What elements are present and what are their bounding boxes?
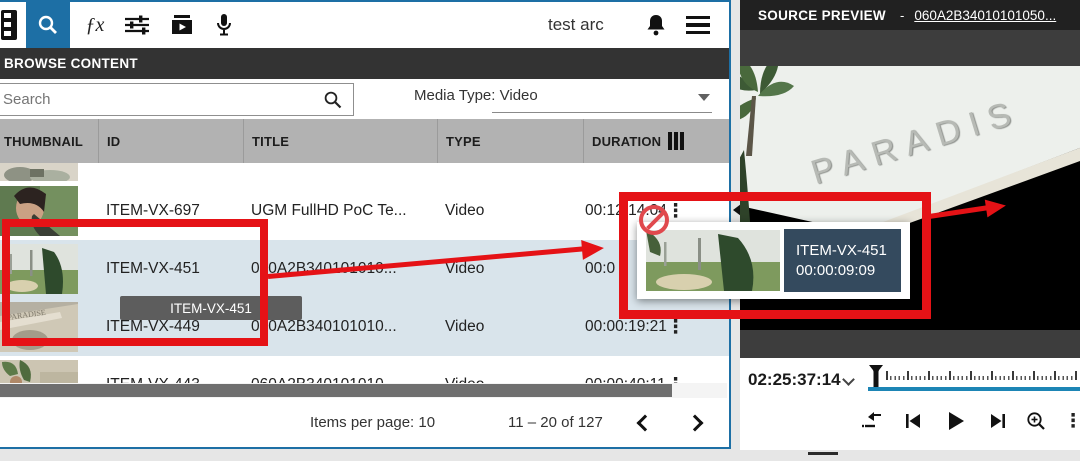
notifications-bell-icon[interactable] [642,2,670,48]
main-toolbar: ƒx [0,2,729,48]
pagination-range: 11 – 20 of 127 [508,414,603,431]
search-field-container [0,83,354,116]
annotation-arrow2-head [985,197,1007,218]
chevron-down-icon[interactable] [698,94,710,101]
timecode-display[interactable]: 02:25:37:14 [748,370,841,390]
film-strip-icon-glyph [1,10,17,40]
item-title: UGM FullHD PoC Te... [251,182,433,240]
playhead-marker[interactable] [868,364,884,389]
effects-fx-icon[interactable]: ƒx [82,2,108,48]
previous-frame-icon[interactable] [898,406,928,436]
item-title: 060A2B340101010... [251,356,433,383]
transport-controls: ⋮ [740,406,1080,442]
media-type-filter[interactable]: Media Type: Video [414,87,538,104]
preview-lower-strip [740,330,1080,358]
source-preview-header: SOURCE PREVIEW - 060A2B34010101050... [740,0,1080,30]
column-header-type[interactable]: TYPE [437,119,583,163]
search-input[interactable] [0,91,323,108]
jump-back-icon[interactable] [858,406,888,436]
splitter-handle[interactable] [808,452,838,455]
hamburger-menu-icon[interactable] [684,2,712,48]
annotation-rectangle-source [2,219,268,346]
column-header-duration[interactable]: DURATION [583,119,665,163]
more-options-icon[interactable]: ⋮ [1058,406,1080,436]
previous-page-button[interactable] [634,412,656,434]
filter-row: Media Type: Video [0,79,729,119]
horizontal-scrollbar-track[interactable] [0,383,727,398]
column-header-thumbnail[interactable]: THUMBNAIL [0,119,98,163]
timeline-progress-bar[interactable] [868,387,1080,391]
next-page-button[interactable] [684,412,706,434]
video-library-icon[interactable] [168,2,196,48]
media-type-underline [492,112,712,113]
items-per-page-value: 10 [418,414,435,431]
microphone-icon[interactable] [212,2,236,48]
items-per-page[interactable]: Items per page: 10 [310,414,435,431]
annotation-arrow-head [581,238,605,260]
pagination-bar: Items per page: 10 11 – 20 of 127 [0,398,729,447]
table-header: THUMBNAIL ID TITLE TYPE DURATION [0,119,729,163]
search-tab-active[interactable] [26,2,70,48]
column-settings-icon[interactable] [668,132,684,150]
play-icon[interactable] [941,406,971,436]
next-frame-icon[interactable] [983,406,1013,436]
table-row[interactable]: ITEM-VX-443 060A2B340101010... Video 00:… [0,356,729,383]
preview-item-link[interactable]: 060A2B34010101050... [914,8,1056,23]
item-duration: 00:00:40:11 [585,356,671,383]
no-drop-cursor-icon [639,205,669,235]
source-preview-title: SOURCE PREVIEW [758,8,886,23]
item-id: ITEM-VX-443 [106,356,241,383]
thumbnail-image [0,163,78,181]
browse-content-title: BROWSE CONTENT [4,56,138,71]
chevron-right-icon [687,415,704,432]
row-menu-icon[interactable]: ⋮ [666,356,685,383]
timecode-chevron-down-icon[interactable] [842,373,855,386]
search-icon [37,14,59,36]
search-submit-icon[interactable] [323,90,343,110]
media-type-value: Video [500,87,538,104]
item-type: Video [445,356,580,383]
application-window: ƒx [0,0,1080,461]
app-title: test arc [548,2,604,48]
media-type-label: Media Type: [414,87,495,104]
items-per-page-label: Items per page: [310,414,418,431]
title-separator: - [900,8,904,23]
column-header-id[interactable]: ID [98,119,243,163]
item-type: Video [445,298,580,356]
thumbnail-image [0,360,78,383]
table-row-partial[interactable] [0,163,729,182]
timeline-ruler[interactable] [886,370,1078,380]
tune-sliders-icon[interactable] [122,2,152,48]
preview-subheader [740,30,1080,66]
horizontal-scrollbar-thumb[interactable] [0,384,672,397]
timeline-area: 02:25:37:14 [740,358,1080,450]
zoom-in-icon[interactable] [1021,406,1051,436]
column-header-title[interactable]: TITLE [243,119,437,163]
browse-content-header: BROWSE CONTENT [0,48,729,79]
chevron-left-icon [637,415,654,432]
item-type: Video [445,182,580,240]
film-strip-icon[interactable] [0,2,18,48]
